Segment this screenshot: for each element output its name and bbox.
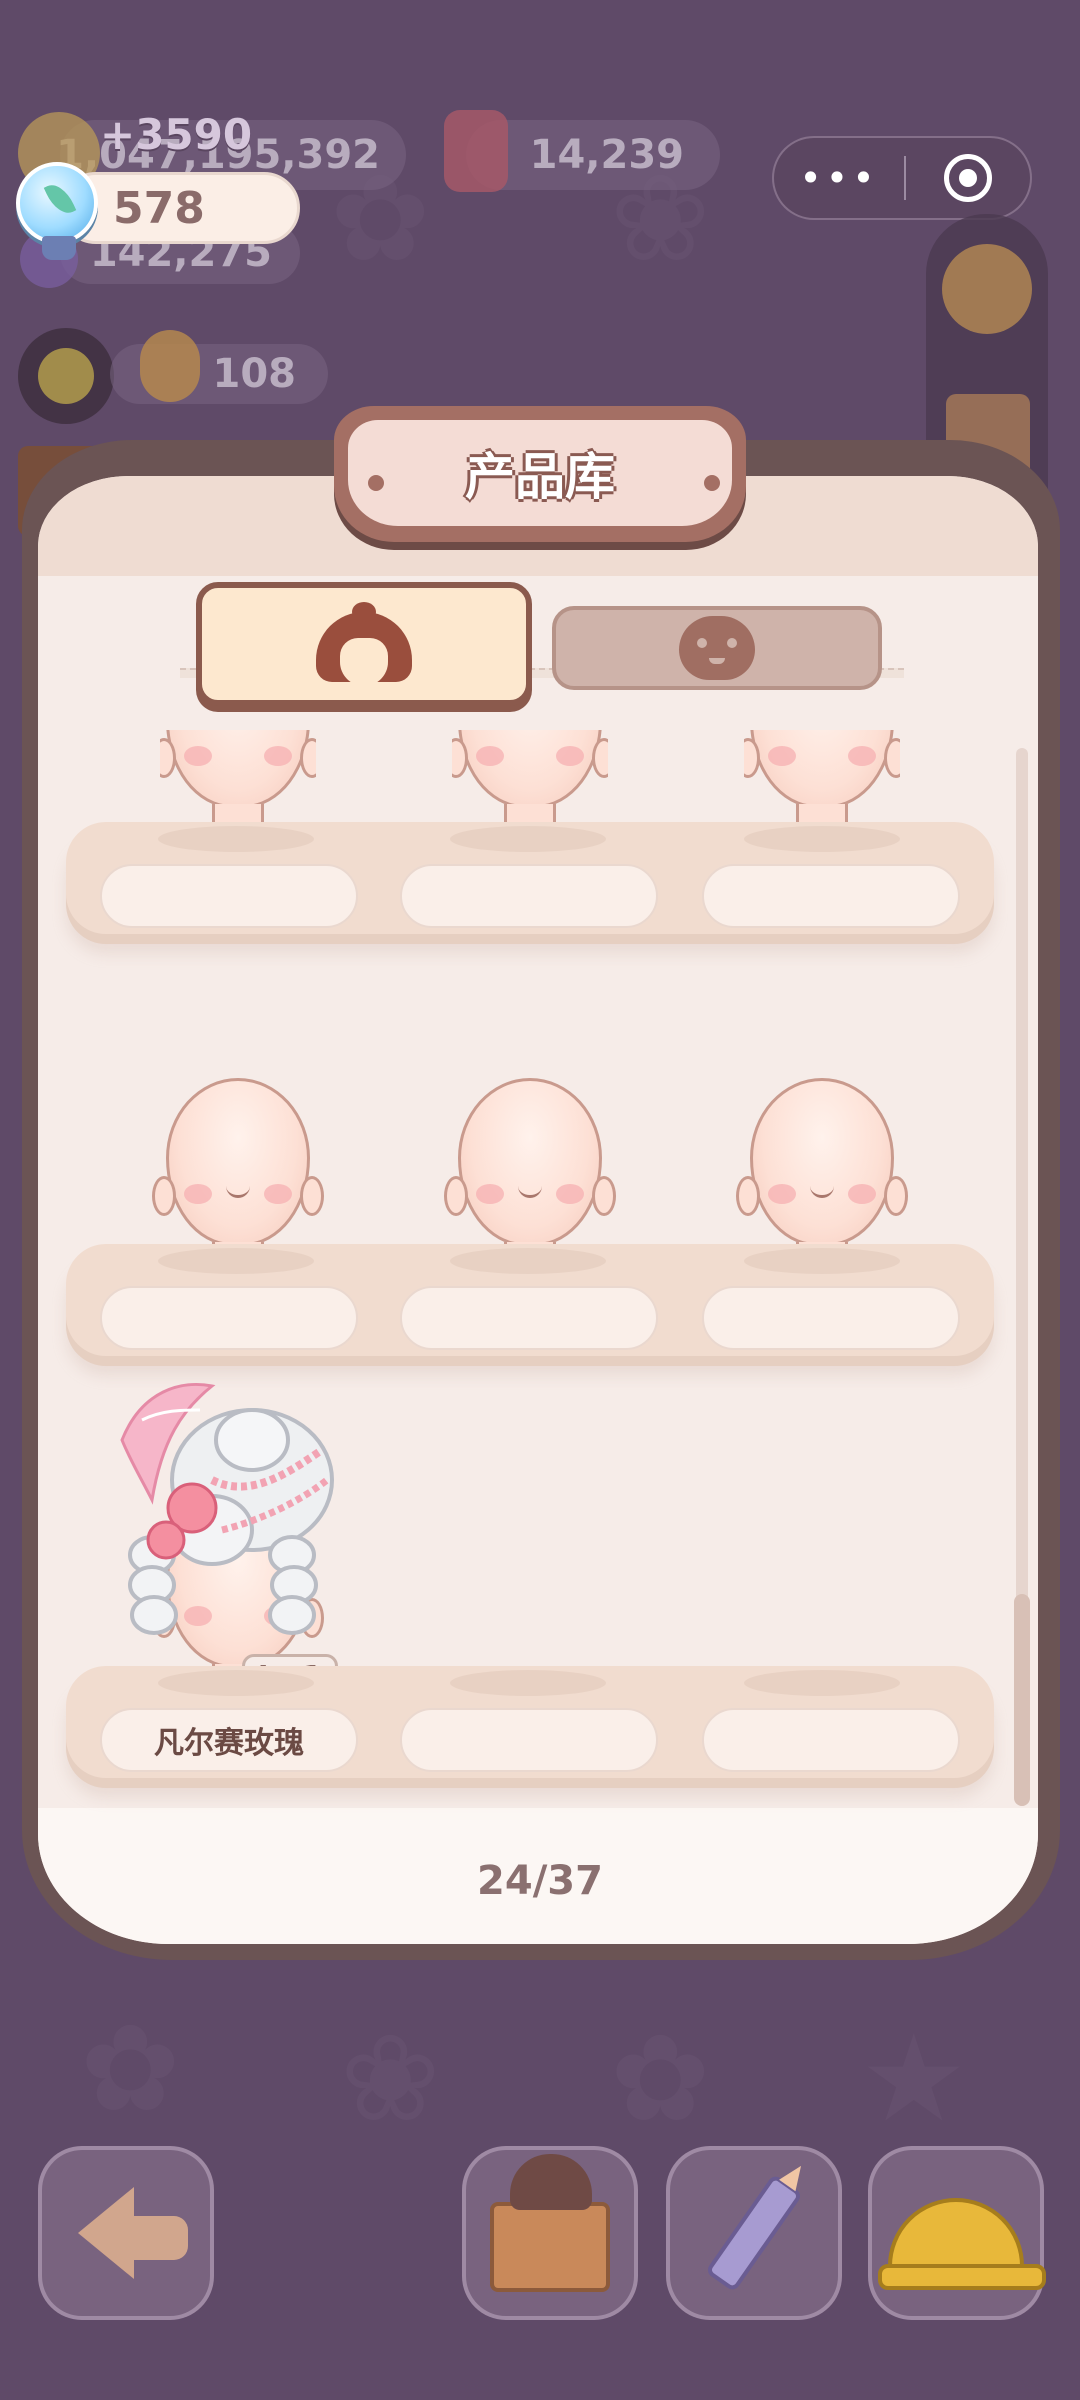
background-doodle: ✿ xyxy=(610,2010,711,2149)
sun-icon xyxy=(38,348,94,404)
page-counter: 24/37 xyxy=(477,1858,603,1904)
bulbs-value: 578 xyxy=(113,182,205,234)
lightbulb-icon xyxy=(16,162,98,260)
shelf-slot-label[interactable] xyxy=(400,1708,658,1772)
versailles-rose-wig[interactable] xyxy=(112,1380,342,1670)
shelf-clip xyxy=(38,700,1038,702)
shelf-slot-label[interactable] xyxy=(702,1286,960,1350)
shelf-slot-label[interactable] xyxy=(100,864,358,928)
arrow-left-icon xyxy=(78,2187,134,2279)
pencil-icon xyxy=(704,2173,804,2293)
shelf-slot-label[interactable] xyxy=(100,1286,358,1350)
slot-shadow xyxy=(158,1248,314,1274)
tab-face[interactable] xyxy=(552,606,882,690)
sun-badge[interactable] xyxy=(18,328,114,424)
slot-shadow xyxy=(450,1248,606,1274)
close-button[interactable] xyxy=(944,154,992,202)
shelf-slot-label[interactable] xyxy=(702,864,960,928)
box-icon xyxy=(490,2154,610,2292)
back-button[interactable] xyxy=(38,2146,214,2320)
slot-shadow xyxy=(158,826,314,852)
modal-title: 产品库 xyxy=(348,420,732,526)
background-doodle: ❀ xyxy=(340,2010,441,2149)
storage-button[interactable] xyxy=(462,2146,638,2320)
slot-shadow xyxy=(744,1248,900,1274)
mini-program-capsule: ••• xyxy=(772,136,1032,220)
cookie-icon xyxy=(140,330,200,402)
slot-shadow xyxy=(450,826,606,852)
cookies-value: 108 xyxy=(212,351,297,397)
background-doodle: ★ xyxy=(860,2010,968,2149)
build-button[interactable] xyxy=(868,2146,1046,2320)
slot-shadow xyxy=(450,1670,606,1696)
slot-shadow xyxy=(158,1670,314,1696)
arrow-left-icon-stem xyxy=(128,2216,188,2260)
background-doodle: ✿ xyxy=(80,2000,181,2139)
plate-rivet xyxy=(704,475,720,491)
shelf-slot-label[interactable] xyxy=(400,1286,658,1350)
slot-shadow xyxy=(744,826,900,852)
more-button[interactable]: ••• xyxy=(774,136,904,220)
gems-value: 14,239 xyxy=(529,132,684,178)
scrollbar-thumb[interactable] xyxy=(1014,1594,1030,1806)
face-icon xyxy=(679,616,755,680)
coins-gain: +3590 xyxy=(100,110,253,159)
tab-hair[interactable] xyxy=(196,582,532,706)
plate-rivet xyxy=(368,475,384,491)
gem-icon xyxy=(444,110,508,192)
shelf-slot-label[interactable] xyxy=(702,1708,960,1772)
slot-shadow xyxy=(744,1670,900,1696)
capsule-divider xyxy=(904,156,906,200)
design-button[interactable] xyxy=(666,2146,842,2320)
settings-gear-icon[interactable] xyxy=(942,244,1032,334)
helmet-icon xyxy=(878,2198,1046,2290)
hair-icon xyxy=(312,602,416,686)
product-name-label[interactable]: 凡尔赛玫瑰 xyxy=(100,1708,358,1772)
shelf-slot-label[interactable] xyxy=(400,864,658,928)
